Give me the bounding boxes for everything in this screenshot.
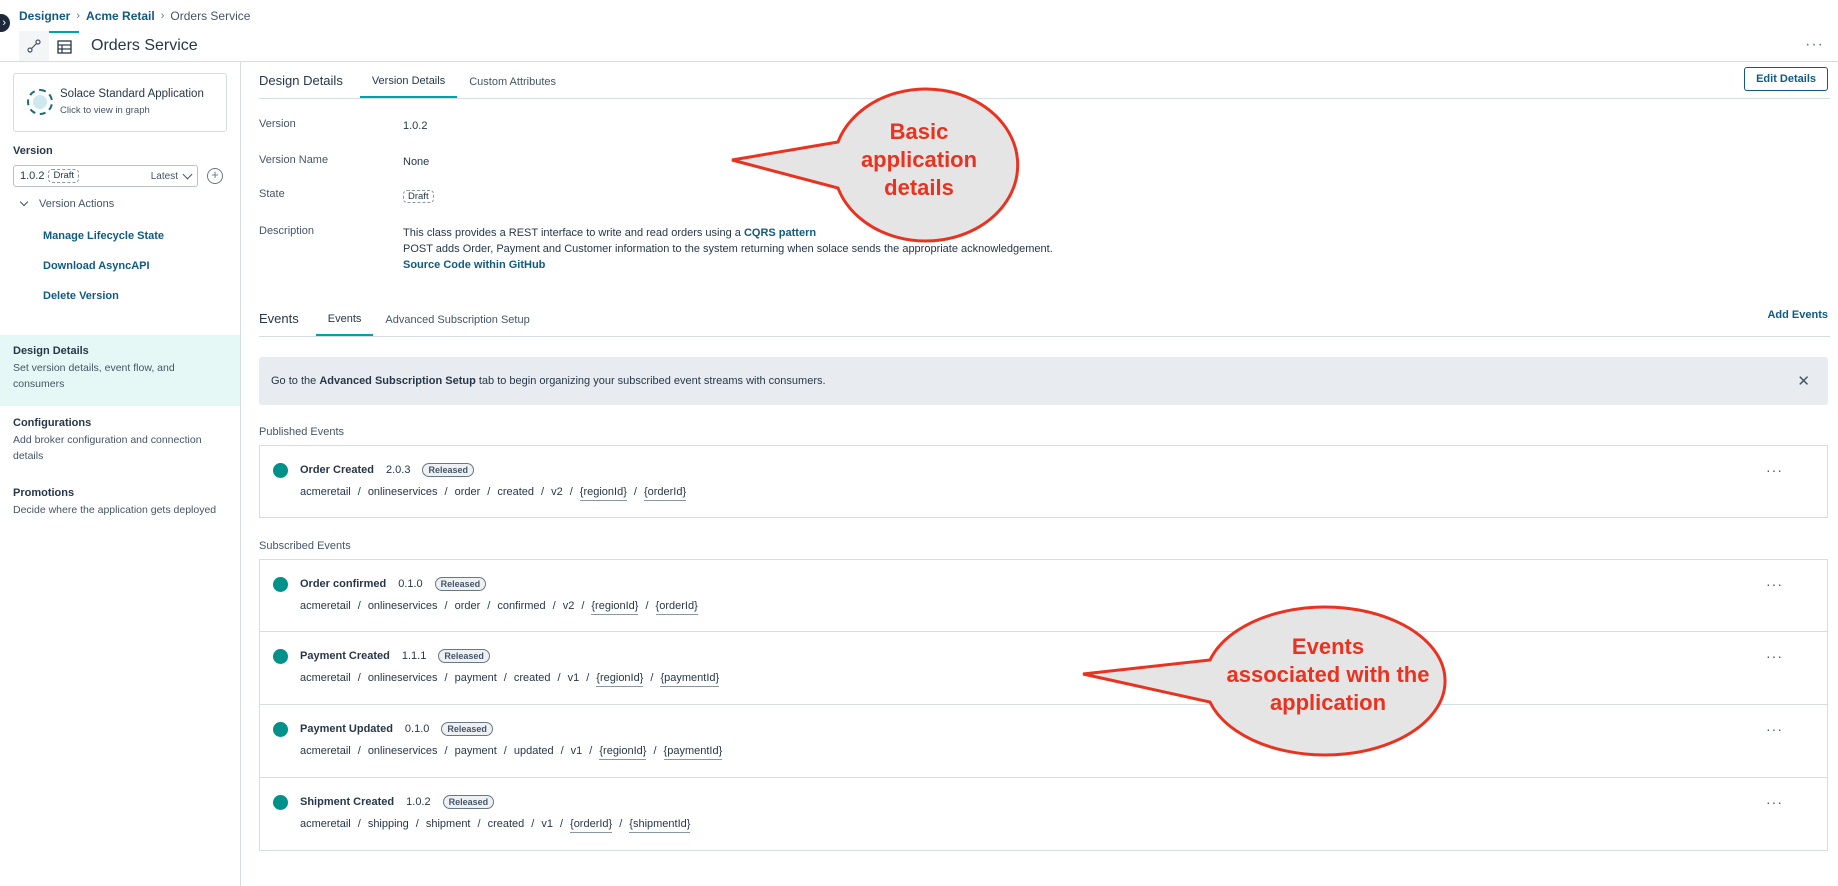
callout-basic-details-text: Basic application details bbox=[860, 119, 978, 200]
callout-events-text: Events associated with the application bbox=[1226, 634, 1430, 715]
